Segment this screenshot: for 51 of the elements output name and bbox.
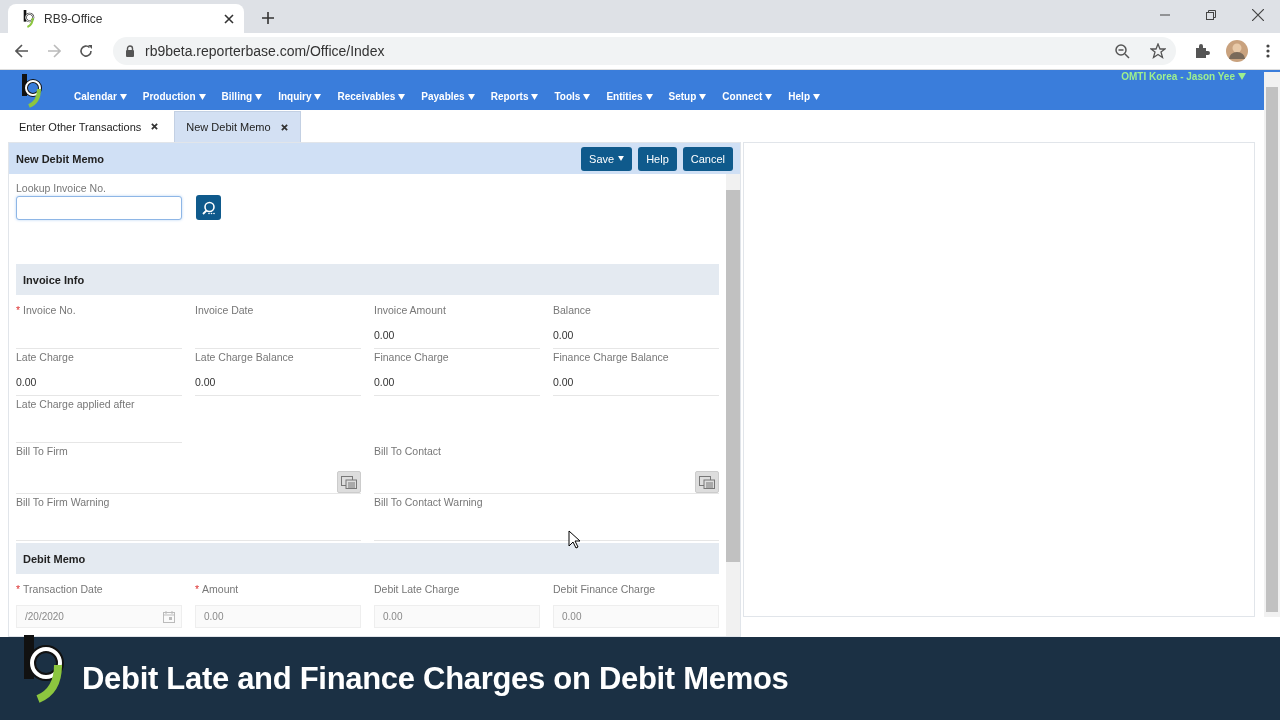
menu-item[interactable]: Billing (221, 91, 263, 102)
section-title: Invoice Info (23, 273, 85, 286)
menu-item[interactable]: Inquiry (278, 91, 322, 102)
field-label: Bill To Contact Warning (374, 496, 484, 509)
save-button[interactable]: Save (581, 146, 633, 171)
menu-item[interactable]: Entities (606, 91, 653, 102)
tab[interactable]: New Debit Memo (174, 111, 301, 142)
field-label: Bill To Firm (16, 445, 69, 458)
section-title: Debit Memo (23, 552, 86, 565)
browser-tab[interactable]: RB9-Office (8, 4, 244, 33)
menu-item[interactable]: Reports (490, 91, 539, 102)
input-field[interactable]: 0.00 (553, 605, 719, 628)
menu-item[interactable]: Tools (554, 91, 591, 102)
caption-text: Debit Late and Finance Charges on Debit Memos (82, 660, 789, 697)
field-label: Late Charge applied after (16, 398, 136, 411)
field-value: 0.00 (553, 317, 719, 349)
field-label: * Transaction Date (16, 583, 104, 596)
field-label: Finance Charge Balance (553, 351, 670, 364)
field-value: 0.00 (195, 364, 361, 396)
field-value: 0.00 (374, 364, 540, 396)
field-value: 0.00 (16, 364, 182, 396)
field-value: 0.00 (374, 317, 540, 349)
field-label: Bill To Contact (374, 445, 442, 458)
field-label: * Amount (195, 583, 240, 596)
field-label: Invoice Amount (374, 304, 447, 317)
menu-item[interactable]: Production (142, 91, 206, 102)
menu-item[interactable]: Connect (722, 91, 773, 102)
input-field[interactable]: 0.00 (195, 605, 361, 628)
field-value: 0.00 (553, 364, 719, 396)
field-label: Late Charge Balance (195, 351, 295, 364)
panel-title: New Debit Memo (16, 152, 104, 165)
menu-item[interactable]: Calendar (74, 91, 127, 102)
field-label: Lookup Invoice No. (16, 182, 107, 195)
menu-item[interactable]: Setup (668, 91, 707, 102)
field-label: Invoice Date (195, 304, 255, 317)
menu-item[interactable]: Payables (421, 91, 475, 102)
menu-item[interactable]: Help (788, 91, 820, 102)
user-menu[interactable]: OMTI Korea - Jason Yee (1121, 71, 1246, 82)
field-label: Balance (553, 304, 592, 317)
field-label: * Invoice No. (16, 304, 77, 317)
input-field[interactable]: /20/2020 (16, 605, 182, 628)
field-label: Debit Finance Charge (553, 583, 657, 596)
button[interactable]: Help (638, 146, 677, 171)
field-label: Debit Late Charge (374, 583, 461, 596)
field-label: Bill To Firm Warning (16, 496, 111, 509)
field-label: Finance Charge (374, 351, 450, 364)
address-bar[interactable]: rb9beta.reporterbase.com/Office/Index (113, 37, 1176, 65)
input-field[interactable]: 0.00 (374, 605, 540, 628)
menu-item[interactable]: Receivables (337, 91, 406, 102)
field-label: Late Charge (16, 351, 75, 364)
button[interactable]: Cancel (682, 146, 733, 171)
